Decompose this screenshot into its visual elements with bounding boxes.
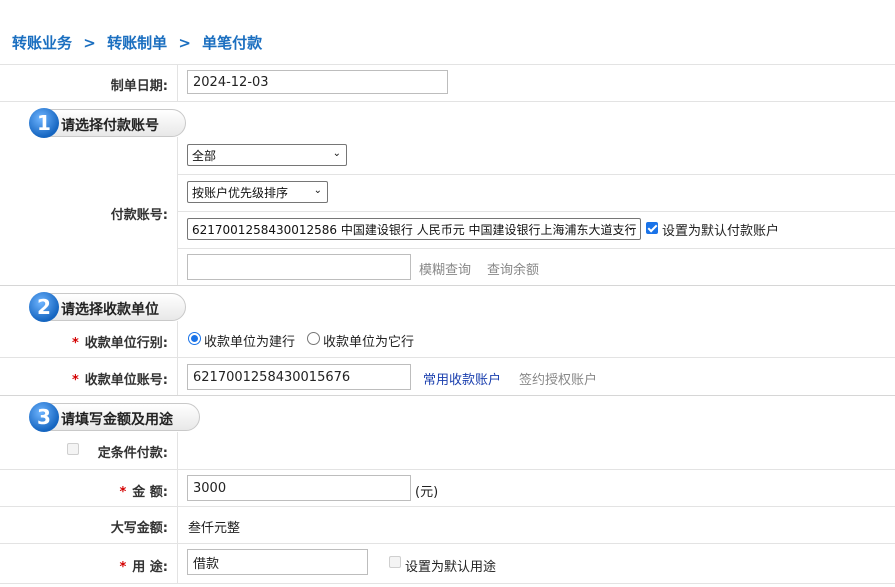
payer-account-value: 6217001258430012586 中国建设银行 人民币元 中国建设银行上海… <box>192 223 637 237</box>
step-title: 请选择收款单位 <box>61 302 159 318</box>
divider <box>0 285 895 286</box>
default-payer-checkbox[interactable] <box>646 222 658 234</box>
payee-other-bank-label: 收款单位为它行 <box>323 335 415 350</box>
balance-query-link[interactable]: 查询余额 <box>487 259 539 278</box>
default-payer-label: 设置为默认付款账户 <box>662 224 780 239</box>
account-search-input[interactable] <box>187 254 411 280</box>
amount-uppercase-value: 叁仟元整 <box>188 521 241 536</box>
divider <box>0 101 895 102</box>
chevron-down-icon: ⌄ <box>332 148 341 159</box>
step-1-header: 1 请选择付款账号 <box>29 108 186 138</box>
purpose-input[interactable] <box>187 549 368 575</box>
payee-ccb-label: 收款单位为建行 <box>204 335 296 350</box>
fuzzy-query-link[interactable]: 模糊查询 <box>419 259 471 278</box>
signed-authorized-accounts-link[interactable]: 签约授权账户 <box>519 369 597 388</box>
chevron-down-icon: ⌄ <box>626 222 635 233</box>
divider <box>178 174 895 175</box>
conditional-payment-label: 定条件付款: <box>97 446 168 461</box>
payee-bank-type-label: * 收款单位行别: <box>0 332 168 351</box>
step-title: 请填写金额及用途 <box>61 412 173 428</box>
column-divider <box>177 321 178 395</box>
payer-account-select[interactable]: 6217001258430012586 中国建设银行 人民币元 中国建设银行上海… <box>187 218 641 240</box>
date-input[interactable] <box>187 70 448 94</box>
payee-account-text: 收款单位账号: <box>84 373 168 388</box>
column-divider <box>177 432 178 583</box>
payee-other-bank-radio[interactable] <box>307 332 320 345</box>
divider <box>0 395 895 396</box>
amount-text: 金 额: <box>132 485 168 500</box>
amount-unit: (元) <box>415 485 439 500</box>
purpose-label: * 用 途: <box>0 556 168 575</box>
breadcrumb-transfer-business[interactable]: 转账业务 <box>12 32 72 53</box>
step-number-icon: 2 <box>29 292 59 322</box>
account-filter-select[interactable]: 全部 ⌄ <box>187 144 347 166</box>
payee-bank-type-text: 收款单位行别: <box>84 336 168 351</box>
required-mark: * <box>119 560 127 575</box>
step-3-header: 3 请填写金额及用途 <box>29 402 200 432</box>
amount-input[interactable] <box>187 475 411 501</box>
divider <box>178 211 895 212</box>
required-mark: * <box>71 336 79 351</box>
divider <box>0 469 895 470</box>
divider <box>0 357 895 358</box>
default-purpose-checkbox[interactable] <box>389 556 401 568</box>
divider <box>0 64 895 65</box>
account-sort-value: 按账户优先级排序 <box>192 186 289 200</box>
chevron-down-icon: ⌄ <box>313 185 322 196</box>
column-divider <box>177 64 178 101</box>
account-filter-value: 全部 <box>192 149 217 163</box>
step-number-icon: 1 <box>29 108 59 138</box>
payee-account-label: * 收款单位账号: <box>0 369 168 388</box>
amount-label: * 金 额: <box>0 481 168 500</box>
default-purpose-label: 设置为默认用途 <box>405 560 497 575</box>
amount-uppercase-label: 大写金额: <box>110 521 168 536</box>
payee-account-input[interactable] <box>187 364 411 390</box>
divider <box>178 248 895 249</box>
payer-account-label: 付款账号: <box>110 208 168 223</box>
step-title: 请选择付款账号 <box>61 118 159 134</box>
account-sort-select[interactable]: 按账户优先级排序 ⌄ <box>187 181 328 203</box>
column-divider <box>177 137 178 285</box>
divider <box>0 543 895 544</box>
breadcrumb-transfer-order[interactable]: 转账制单 <box>107 32 167 53</box>
breadcrumb: 转账业务 > 转账制单 > 单笔付款 <box>12 32 262 53</box>
required-mark: * <box>71 373 79 388</box>
breadcrumb-separator: > <box>178 34 191 52</box>
divider <box>0 506 895 507</box>
breadcrumb-single-payment: 单笔付款 <box>202 34 263 52</box>
common-payee-accounts-link[interactable]: 常用收款账户 <box>423 369 501 388</box>
step-number-icon: 3 <box>29 402 59 432</box>
purpose-text: 用 途: <box>132 560 168 575</box>
payee-ccb-radio[interactable] <box>188 332 201 345</box>
required-mark: * <box>119 485 127 500</box>
divider <box>0 583 895 584</box>
step-2-header: 2 请选择收款单位 <box>29 292 186 322</box>
breadcrumb-separator: > <box>83 34 96 52</box>
date-label: 制单日期: <box>110 79 168 94</box>
